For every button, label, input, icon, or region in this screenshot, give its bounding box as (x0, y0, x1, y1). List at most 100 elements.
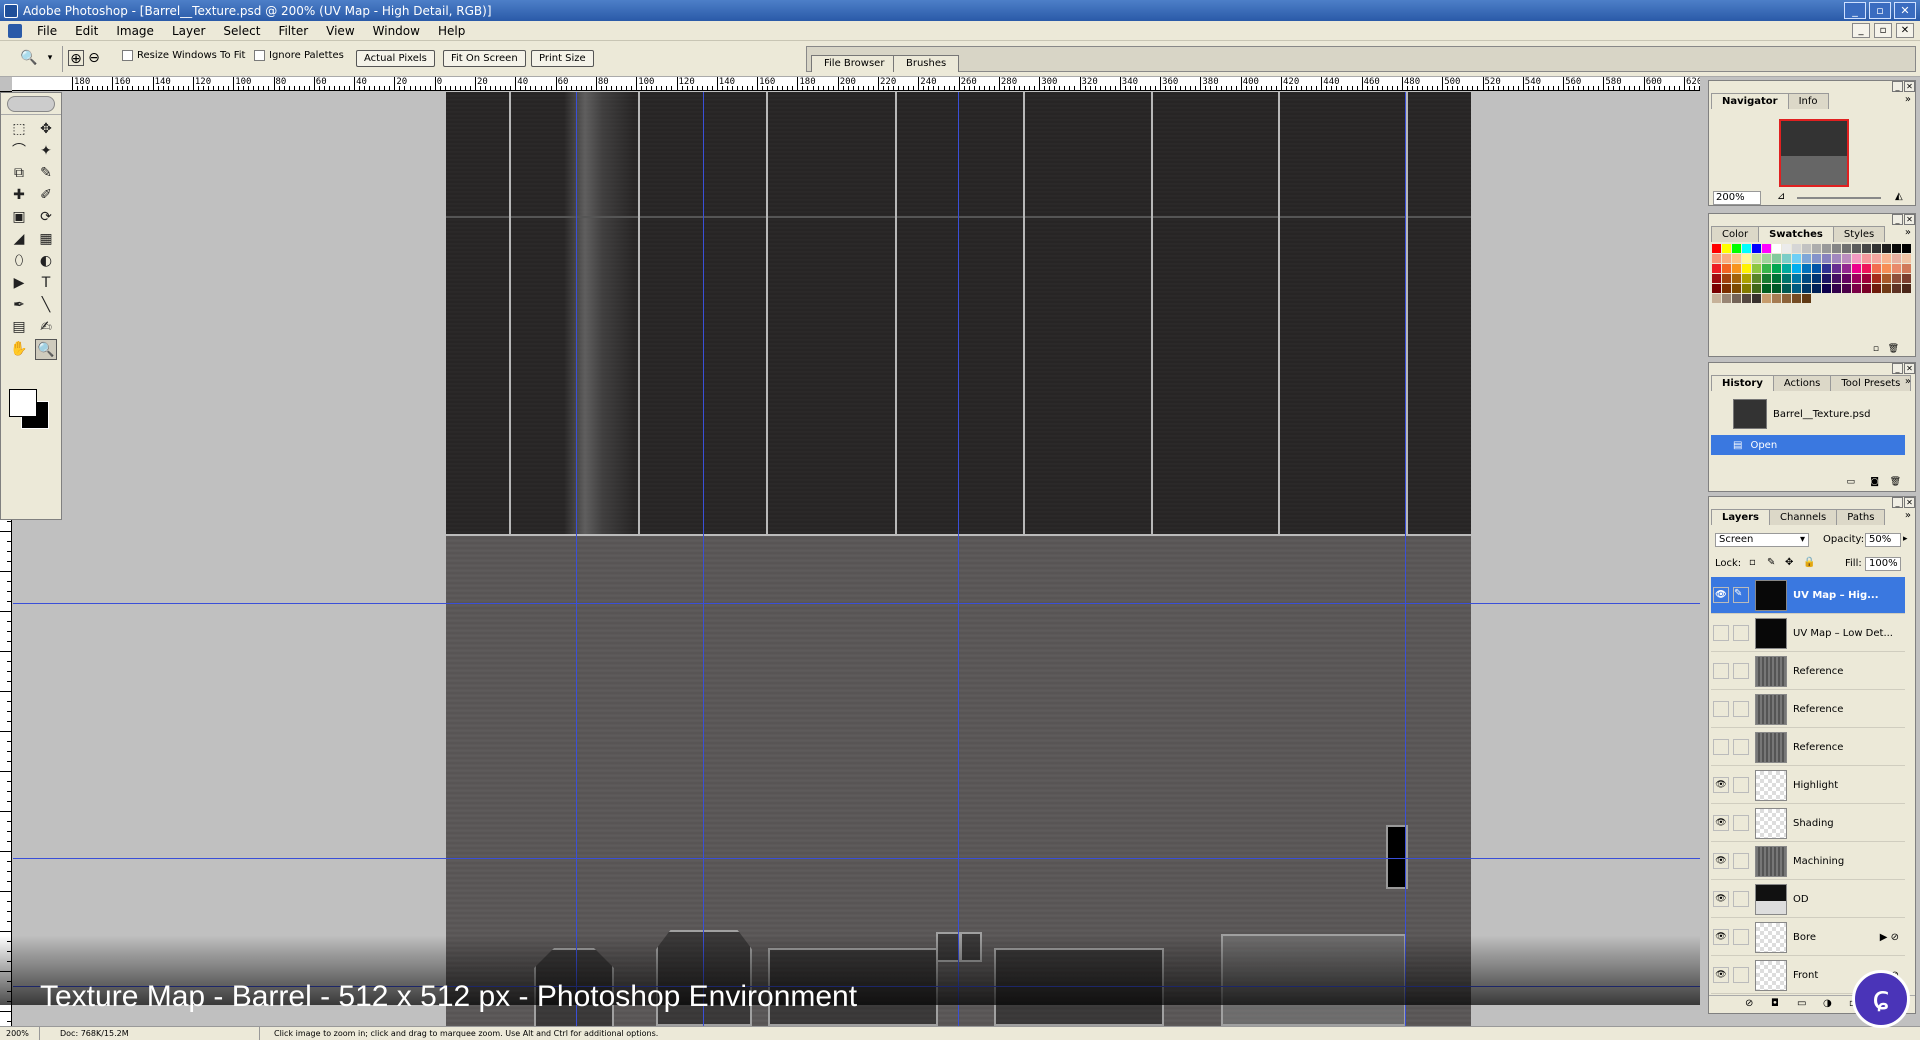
swatch[interactable] (1782, 274, 1792, 284)
eye-icon[interactable]: 👁 (1713, 777, 1729, 793)
close-panel-button[interactable]: ✕ (1904, 81, 1915, 92)
link-icon[interactable] (1733, 891, 1749, 907)
swatch[interactable] (1862, 244, 1872, 254)
tool-16-icon[interactable]: ✒ (8, 295, 30, 316)
tool-17-icon[interactable]: ╲ (35, 295, 57, 316)
swatch[interactable] (1742, 254, 1752, 264)
swatch[interactable] (1862, 294, 1872, 304)
swatch[interactable] (1772, 264, 1782, 274)
close-panel-button[interactable]: ✕ (1904, 363, 1915, 374)
history-snapshot[interactable]: Barrel__Texture.psd (1711, 397, 1905, 431)
swatch[interactable] (1712, 264, 1722, 274)
fit-on-screen-button[interactable]: Fit On Screen (443, 50, 526, 67)
swatch[interactable] (1862, 254, 1872, 264)
brush-icon[interactable]: ✎ (1733, 587, 1749, 603)
swatch[interactable] (1752, 294, 1762, 304)
adjustment-layer-icon[interactable]: ◑ (1823, 998, 1832, 1009)
tab-paths[interactable]: Paths (1836, 509, 1886, 525)
link-icon[interactable] (1733, 701, 1749, 717)
eye-icon[interactable] (1713, 701, 1729, 717)
link-icon[interactable] (1733, 777, 1749, 793)
swatch[interactable] (1892, 274, 1902, 284)
swatch[interactable] (1742, 294, 1752, 304)
swatch[interactable] (1832, 244, 1842, 254)
swatch[interactable] (1812, 254, 1822, 264)
lock-image-icon[interactable]: ✎ (1767, 557, 1775, 568)
zoom-in-icon[interactable]: ⊕ (68, 50, 84, 67)
swatch[interactable] (1732, 264, 1742, 274)
tool-12-icon[interactable]: ⬯ (8, 251, 30, 272)
layer-row[interactable]: UV Map – Low Det... (1711, 615, 1905, 652)
layer-row[interactable]: Reference (1711, 691, 1905, 728)
layer-row[interactable]: 👁 Highlight (1711, 767, 1905, 804)
tool-20-icon[interactable]: ✋ (8, 339, 30, 360)
navigator-zoom-slider[interactable] (1797, 197, 1881, 199)
swatch[interactable] (1872, 274, 1882, 284)
guide-horizontal[interactable] (13, 603, 1700, 604)
swatch[interactable] (1822, 274, 1832, 284)
swatch[interactable] (1782, 284, 1792, 294)
swatch[interactable] (1902, 254, 1912, 264)
swatch[interactable] (1802, 284, 1812, 294)
swatch[interactable] (1732, 274, 1742, 284)
swatch[interactable] (1722, 254, 1732, 264)
panel-menu-icon[interactable]: » (1905, 510, 1911, 521)
swatch[interactable] (1902, 244, 1912, 254)
close-panel-button[interactable]: ✕ (1904, 497, 1915, 508)
swatch[interactable] (1802, 264, 1812, 274)
swatch[interactable] (1782, 264, 1792, 274)
layer-row[interactable]: Reference (1711, 653, 1905, 690)
link-icon[interactable] (1733, 853, 1749, 869)
swatch[interactable] (1782, 294, 1792, 304)
eye-icon[interactable]: 👁 (1713, 967, 1729, 983)
swatch[interactable] (1882, 294, 1892, 304)
eye-icon[interactable]: 👁 (1713, 853, 1729, 869)
tool-6-icon[interactable]: ✚ (8, 185, 30, 206)
document-icon[interactable] (8, 23, 22, 38)
swatch[interactable] (1712, 244, 1722, 254)
eye-icon[interactable]: 👁 (1713, 815, 1729, 831)
tab-file-browser[interactable]: File Browser (811, 55, 898, 72)
tool-11-icon[interactable]: ▦ (35, 229, 57, 250)
swatch[interactable] (1882, 284, 1892, 294)
link-icon[interactable] (1733, 739, 1749, 755)
menu-layer[interactable]: Layer (163, 24, 214, 38)
panel-menu-icon[interactable]: » (1905, 94, 1911, 105)
swatch[interactable] (1732, 284, 1742, 294)
swatch[interactable] (1822, 284, 1832, 294)
swatch[interactable] (1792, 244, 1802, 254)
swatch[interactable] (1862, 274, 1872, 284)
swatch[interactable] (1772, 254, 1782, 264)
swatch[interactable] (1742, 264, 1752, 274)
swatch[interactable] (1882, 264, 1892, 274)
swatch[interactable] (1842, 254, 1852, 264)
tool-21-icon[interactable]: 🔍 (35, 339, 57, 360)
status-zoom[interactable]: 200% (0, 1027, 40, 1040)
tab-color[interactable]: Color (1711, 226, 1760, 242)
swatch[interactable] (1752, 264, 1762, 274)
swatch[interactable] (1812, 274, 1822, 284)
swatch[interactable] (1892, 264, 1902, 274)
panel-menu-icon[interactable]: » (1905, 376, 1911, 387)
menu-file[interactable]: File (28, 24, 66, 38)
swatch[interactable] (1892, 244, 1902, 254)
tab-history[interactable]: History (1711, 375, 1774, 391)
tab-navigator[interactable]: Navigator (1711, 93, 1789, 109)
swatch[interactable] (1872, 254, 1882, 264)
swatch[interactable] (1822, 244, 1832, 254)
lock-all-icon[interactable]: 🔒 (1803, 557, 1815, 568)
layer-row[interactable]: 👁 Bore ▶ ⊘ (1711, 919, 1905, 956)
lock-position-icon[interactable]: ✥ (1785, 557, 1793, 568)
link-icon[interactable] (1733, 625, 1749, 641)
swatch[interactable] (1902, 284, 1912, 294)
tab-swatches[interactable]: Swatches (1758, 226, 1834, 242)
tool-14-icon[interactable]: ▶ (8, 273, 30, 294)
tool-7-icon[interactable]: ✐ (35, 185, 57, 206)
layer-row[interactable]: 👁 OD (1711, 881, 1905, 918)
swatch[interactable] (1882, 274, 1892, 284)
swatch[interactable] (1842, 294, 1852, 304)
tool-5-icon[interactable]: ✎ (35, 163, 57, 184)
eye-icon[interactable] (1713, 625, 1729, 641)
resize-windows-checkbox[interactable] (122, 50, 133, 61)
swatch[interactable] (1712, 294, 1722, 304)
